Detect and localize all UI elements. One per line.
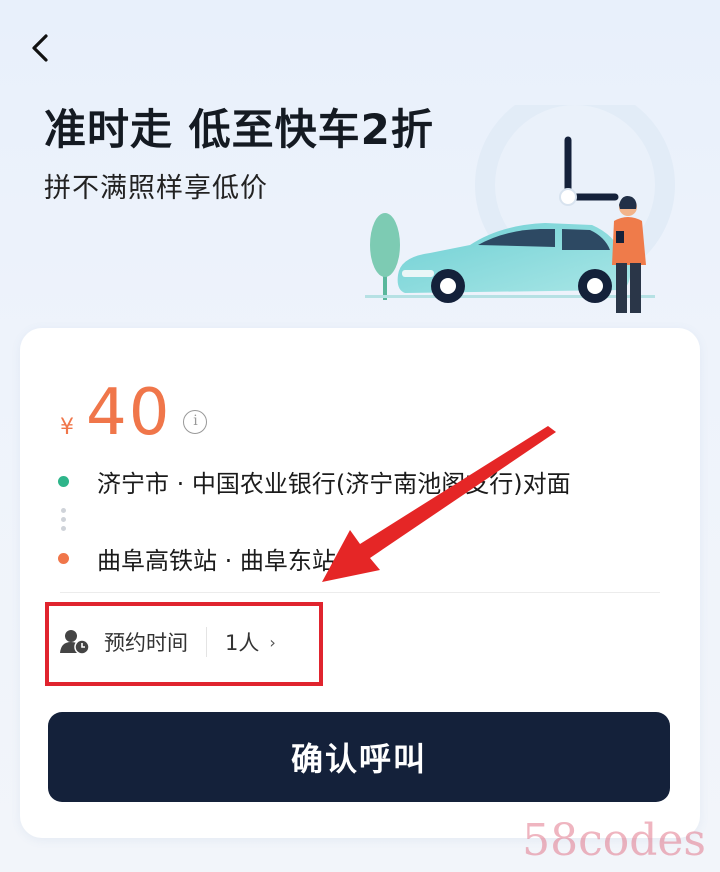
divider (60, 592, 660, 593)
schedule-time-button[interactable]: 预约时间 (60, 627, 188, 657)
user-clock-icon (60, 630, 90, 655)
fare-amount: 40 (86, 376, 172, 450)
tree-icon (370, 213, 400, 300)
destination-dot-icon (58, 552, 69, 564)
chevron-right-icon: › (269, 632, 276, 652)
route: 济宁市 · 中国农业银行(济宁南池阁支行)对面 曲阜高铁站 · 曲阜东站 (58, 466, 670, 575)
option-separator (206, 627, 207, 657)
passenger-count-label: 1人 (225, 631, 260, 655)
confirm-call-button[interactable]: 确认呼叫 (48, 712, 670, 802)
passenger-count-button[interactable]: 1人 › (225, 627, 276, 657)
order-card: ¥ 40 i 济宁市 · 中国农业银行(济宁南池阁支行)对面 曲阜高铁站 · 曲… (20, 328, 700, 838)
destination-text: 曲阜高铁站 · 曲阜东站 (97, 546, 336, 575)
origin-dot-icon (58, 475, 69, 487)
fare-row: ¥ 40 i (60, 376, 208, 450)
schedule-time-label: 预约时间 (104, 631, 188, 655)
back-button[interactable] (22, 30, 58, 66)
currency-symbol: ¥ (60, 415, 74, 440)
route-destination[interactable]: 曲阜高铁站 · 曲阜东站 (58, 543, 670, 575)
origin-text: 济宁市 · 中国农业银行(济宁南池阁支行)对面 (97, 469, 571, 498)
route-connector (61, 508, 670, 531)
promo-subtitle: 拼不满照样享低价 (44, 173, 268, 204)
watermark: 58codes (522, 815, 706, 866)
chevron-left-icon (32, 34, 48, 62)
trip-options: 预约时间 1人 › (60, 622, 276, 662)
route-origin[interactable]: 济宁市 · 中国农业银行(济宁南池阁支行)对面 (58, 466, 670, 498)
car-icon (397, 223, 631, 303)
info-icon[interactable]: i (183, 410, 208, 434)
car-illustration (365, 105, 675, 313)
